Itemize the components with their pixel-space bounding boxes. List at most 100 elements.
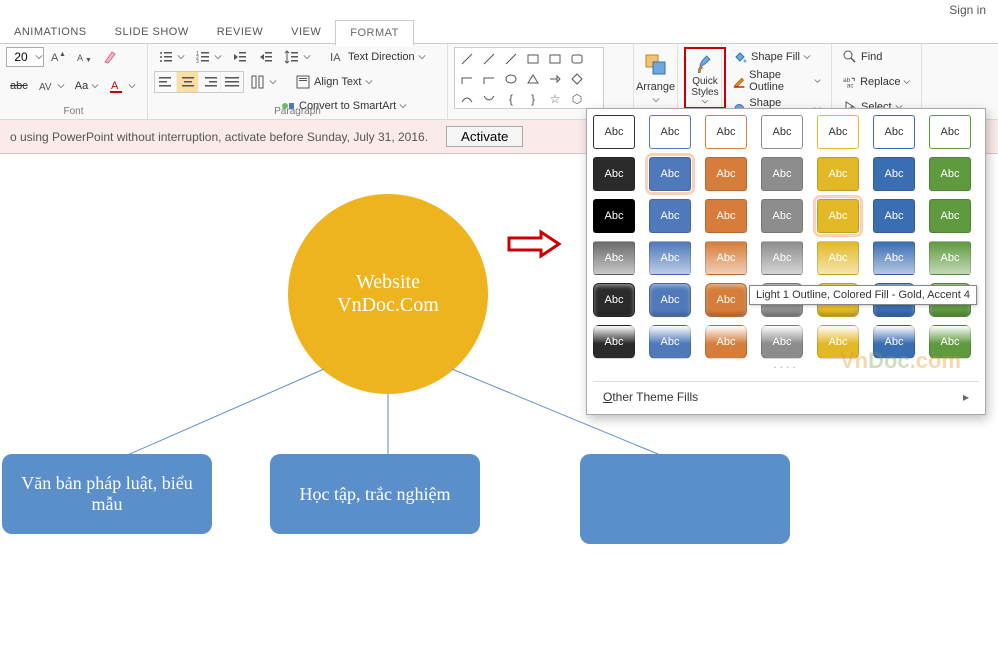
shape-elbow-icon[interactable] [457, 70, 477, 88]
style-swatch[interactable]: Abc [761, 157, 803, 191]
char-spacing-button[interactable]: AV [34, 76, 69, 96]
style-tooltip: Light 1 Outline, Colored Fill - Gold, Ac… [749, 285, 977, 305]
decrease-indent-button[interactable] [228, 47, 252, 67]
shape-line-icon[interactable] [457, 50, 477, 68]
style-swatch[interactable]: Abc [817, 199, 859, 233]
box3-shape[interactable] [580, 454, 790, 544]
circle-shape[interactable]: Website VnDoc.Com [288, 194, 488, 394]
shape-brace-icon[interactable]: } [523, 90, 543, 108]
line-spacing-button[interactable] [280, 47, 315, 67]
shapes-gallery[interactable]: { } ☆ ⬡ [454, 47, 604, 109]
replace-button[interactable]: abacReplace [838, 72, 915, 92]
change-case-button[interactable]: Aa [71, 78, 103, 94]
sign-in-link[interactable]: Sign in [949, 3, 986, 17]
find-button[interactable]: Find [838, 47, 915, 67]
align-right-button[interactable] [199, 72, 221, 92]
style-swatch[interactable]: Abc [873, 115, 915, 149]
shape-line-icon[interactable] [501, 50, 521, 68]
style-swatch[interactable]: Abc [593, 157, 635, 191]
style-swatch[interactable]: Abc [873, 199, 915, 233]
style-swatch[interactable]: Abc [873, 241, 915, 275]
shape-brace-icon[interactable]: { [501, 90, 521, 108]
columns-button[interactable] [246, 72, 281, 92]
style-swatch[interactable]: Abc [705, 199, 747, 233]
other-theme-fills-button[interactable]: Other Theme Fills ▸ [593, 381, 979, 408]
style-swatch[interactable]: Abc [649, 157, 691, 191]
shape-rrect-icon[interactable] [567, 50, 587, 68]
style-swatch[interactable]: Abc [593, 241, 635, 275]
style-swatch[interactable]: Abc [817, 115, 859, 149]
increase-font-button[interactable]: A▲ [46, 47, 70, 67]
quick-styles-button[interactable]: Quick Styles [684, 47, 726, 109]
style-swatch[interactable]: Abc [817, 157, 859, 191]
svg-text:AV: AV [39, 82, 52, 93]
svg-text:ac: ac [847, 83, 855, 90]
style-swatch[interactable]: Abc [705, 157, 747, 191]
shape-curve-icon[interactable] [457, 90, 477, 108]
text-direction-button[interactable]: ⅠAText Direction [325, 47, 430, 67]
align-justify-button[interactable] [221, 72, 243, 92]
shape-line-icon[interactable] [479, 50, 499, 68]
clear-format-button[interactable] [98, 47, 122, 67]
style-swatch[interactable]: Abc [761, 199, 803, 233]
style-swatch[interactable]: Abc [705, 115, 747, 149]
shape-diamond-icon[interactable] [567, 70, 587, 88]
shape-rect-icon[interactable] [545, 50, 565, 68]
style-swatch[interactable]: Abc [593, 325, 635, 359]
font-color-button[interactable]: A [105, 76, 140, 96]
align-center-button[interactable] [177, 72, 199, 92]
style-swatch[interactable]: Abc [593, 199, 635, 233]
style-swatch[interactable]: Abc [929, 199, 971, 233]
style-swatch[interactable]: Abc [929, 325, 971, 359]
shape-rect-icon[interactable] [523, 50, 543, 68]
style-swatch[interactable]: Abc [649, 325, 691, 359]
font-size-input[interactable] [6, 47, 44, 67]
shape-triangle-icon[interactable] [523, 70, 543, 88]
shape-ellipse-icon[interactable] [501, 70, 521, 88]
style-swatch[interactable]: Abc [817, 325, 859, 359]
numbering-button[interactable]: 123 [191, 47, 226, 67]
box1-shape[interactable]: Văn bản pháp luật, biểu mẫu [2, 454, 212, 534]
shape-hex-icon[interactable]: ⬡ [567, 90, 587, 108]
activate-button[interactable]: Activate [446, 126, 523, 147]
style-swatch[interactable]: Abc [593, 115, 635, 149]
bullets-button[interactable] [154, 47, 189, 67]
shape-arrow-icon[interactable] [545, 70, 565, 88]
shape-fill-button[interactable]: Shape Fill [728, 47, 825, 67]
style-swatch[interactable]: Abc [705, 241, 747, 275]
style-swatch[interactable]: Abc [705, 283, 747, 317]
panel-grip[interactable]: .... [593, 357, 979, 373]
style-swatch[interactable]: Abc [817, 241, 859, 275]
shape-elbow-icon[interactable] [479, 70, 499, 88]
tab-slideshow[interactable]: SLIDE SHOW [101, 20, 203, 44]
style-swatch[interactable]: Abc [929, 241, 971, 275]
tab-review[interactable]: REVIEW [203, 20, 277, 44]
style-swatch[interactable]: Abc [873, 325, 915, 359]
style-swatch[interactable]: Abc [929, 115, 971, 149]
arrange-button[interactable]: Arrange [640, 47, 671, 109]
decrease-font-button[interactable]: A▼ [72, 47, 96, 67]
shape-star-icon[interactable]: ☆ [545, 90, 565, 108]
style-swatch[interactable]: Abc [761, 115, 803, 149]
style-swatch[interactable]: Abc [929, 157, 971, 191]
style-swatch[interactable]: Abc [705, 325, 747, 359]
style-swatch[interactable]: Abc [649, 241, 691, 275]
shape-curve-icon[interactable] [479, 90, 499, 108]
style-swatch[interactable]: Abc [593, 283, 635, 317]
increase-indent-button[interactable] [254, 47, 278, 67]
style-swatch[interactable]: Abc [761, 325, 803, 359]
tab-animations[interactable]: ANIMATIONS [0, 20, 101, 44]
tab-format[interactable]: FORMAT [335, 20, 414, 46]
tab-view[interactable]: VIEW [277, 20, 335, 44]
align-text-button[interactable]: Align Text [291, 72, 377, 92]
box2-shape[interactable]: Học tập, trắc nghiệm [270, 454, 480, 534]
style-swatch[interactable]: Abc [873, 157, 915, 191]
strikethrough-button[interactable]: abc [6, 78, 32, 94]
shape-outline-button[interactable]: Shape Outline [728, 67, 825, 95]
font-group-label: Font [6, 104, 141, 117]
style-swatch[interactable]: Abc [649, 199, 691, 233]
style-swatch[interactable]: Abc [649, 283, 691, 317]
style-swatch[interactable]: Abc [649, 115, 691, 149]
style-swatch[interactable]: Abc [761, 241, 803, 275]
align-left-button[interactable] [155, 72, 177, 92]
